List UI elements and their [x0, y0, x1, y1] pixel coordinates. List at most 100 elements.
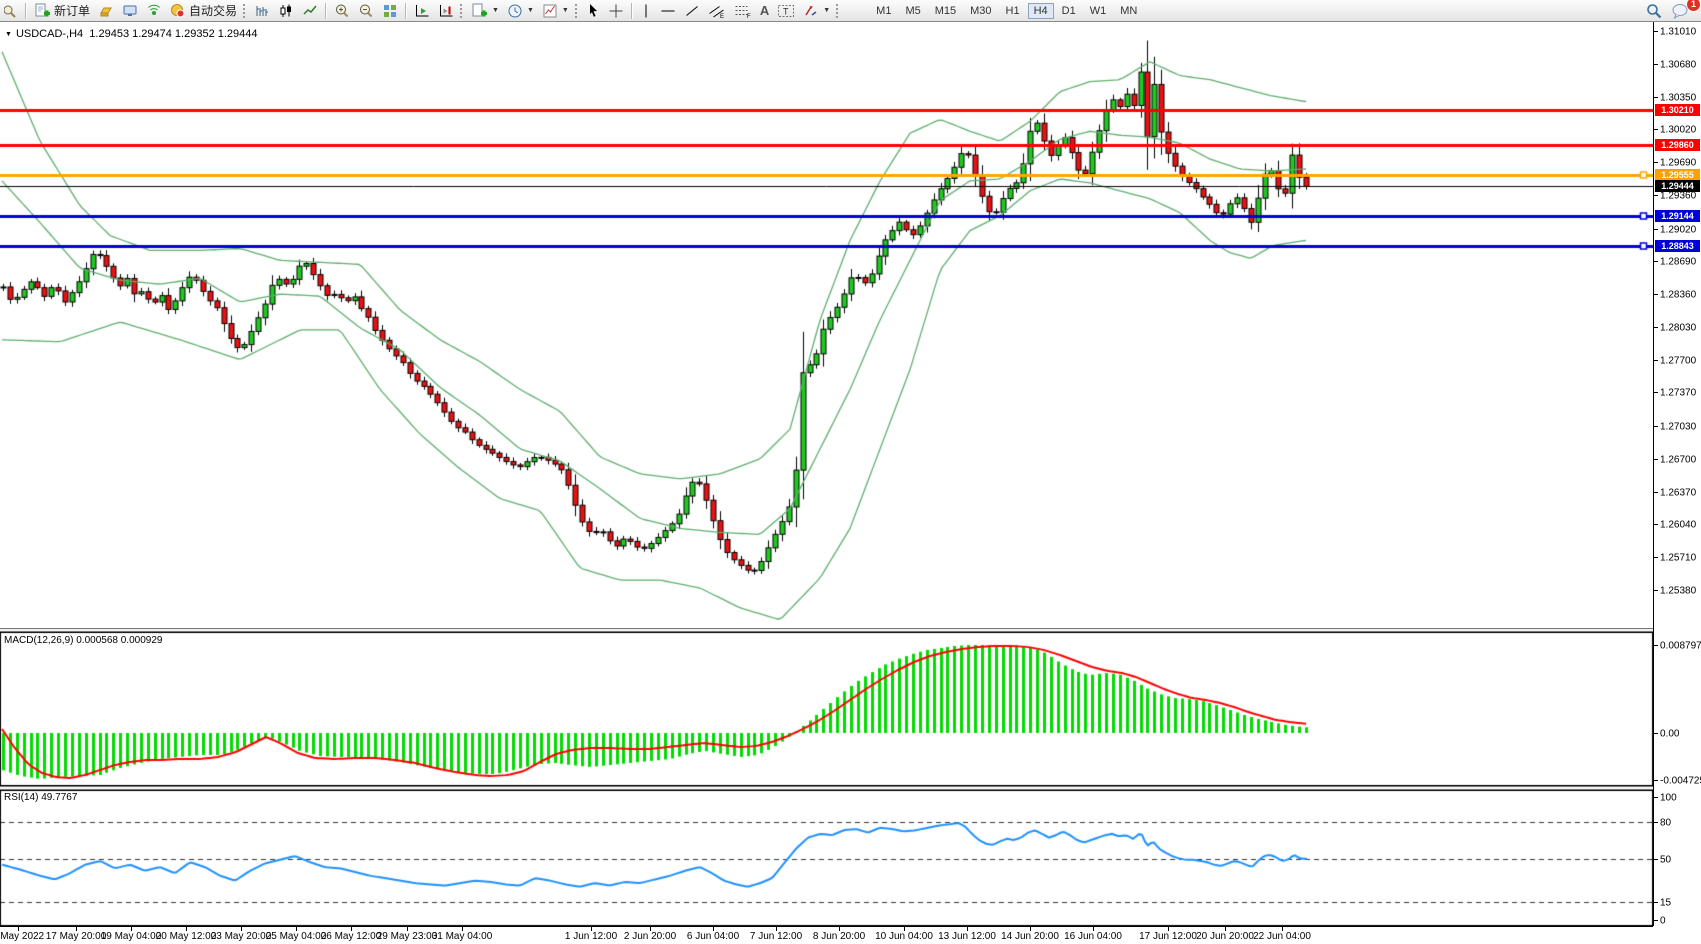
timeframe-m1[interactable]: M1: [870, 3, 897, 19]
time-axis-label: 20 May 12:00: [156, 931, 217, 942]
timeframe-bar: M1M5M15M30H1H4D1W1MN: [869, 3, 1144, 19]
text-label-icon: T: [777, 3, 795, 19]
notification-badge: 1: [1686, 0, 1701, 12]
rsi-chart-canvas[interactable]: [0, 790, 1653, 926]
market-watch-button[interactable]: [0, 1, 22, 21]
timeframe-mn[interactable]: MN: [1114, 3, 1143, 19]
periods-button[interactable]: ▼: [503, 1, 538, 21]
price-axis-tick-label: 1.26040: [1660, 519, 1696, 530]
price-axis-tick-label: 0: [1660, 915, 1666, 926]
text-label-button[interactable]: T: [773, 1, 799, 21]
magnifier-icon: [4, 3, 18, 19]
price-axis-tick-label: 1.25380: [1660, 585, 1696, 596]
zoom-out-button[interactable]: [354, 1, 378, 21]
price-axis[interactable]: 1.310101.306801.303501.300201.296901.293…: [1653, 22, 1701, 926]
price-axis-tickmark: [1654, 426, 1658, 427]
horizontal-line-button[interactable]: [656, 1, 680, 21]
price-axis-tickmark: [1654, 492, 1658, 493]
zoom-in-button[interactable]: [330, 1, 354, 21]
monitor-icon: [122, 3, 138, 19]
text-button[interactable]: A: [756, 1, 773, 21]
time-axis-label: 6 May 2022: [0, 931, 44, 942]
price-axis-tick-label: 1.26370: [1660, 487, 1696, 498]
price-axis-tick-label: 1.30680: [1660, 59, 1696, 70]
candlestick-icon: [278, 3, 294, 19]
price-axis-tickmark: [1654, 822, 1658, 823]
fibonacci-button[interactable]: F: [730, 1, 756, 21]
time-axis-label: 10 Jun 04:00: [875, 931, 933, 942]
macd-chart-canvas[interactable]: [0, 632, 1653, 786]
price-axis-tick-label: 1.28360: [1660, 289, 1696, 300]
tile-windows-icon: [382, 3, 398, 19]
price-axis-tickmark: [1654, 162, 1658, 163]
new-chart-button[interactable]: ▼: [467, 1, 503, 21]
new-order-button[interactable]: 新订单: [30, 1, 94, 21]
candlestick-chart-button[interactable]: [274, 1, 298, 21]
time-axis[interactable]: 6 May 202217 May 20:0019 May 04:0020 May…: [0, 926, 1653, 944]
price-axis-tickmark: [1654, 859, 1658, 860]
time-axis-label: 23 May 20:00: [211, 931, 272, 942]
toolbar-grip: [243, 4, 248, 18]
price-axis-tick-label: 0.008797: [1660, 640, 1701, 651]
timeframe-d1[interactable]: D1: [1056, 3, 1082, 19]
symbol-label: USDCAD-,H4: [16, 28, 83, 40]
time-axis-label: 29 May 23:00: [377, 931, 438, 942]
time-axis-label: 13 Jun 12:00: [938, 931, 996, 942]
cursor-button[interactable]: [582, 1, 604, 21]
toolbar-grip: [460, 4, 465, 18]
price-axis-tick-label: 1.29690: [1660, 157, 1696, 168]
price-axis-tick-label: 1.27370: [1660, 387, 1696, 398]
toolbar: 新订单 自动交易: [0, 0, 1701, 22]
chevron-down-icon: ▼: [562, 7, 569, 14]
timeframe-m5[interactable]: M5: [899, 3, 926, 19]
timeframe-h4[interactable]: H4: [1028, 3, 1054, 19]
auto-trading-icon: [170, 3, 186, 19]
notifications-button[interactable]: 1: [1667, 1, 1695, 21]
fibonacci-icon: F: [734, 3, 752, 19]
horizontal-line-icon: [660, 3, 676, 19]
time-axis-label: 7 Jun 12:00: [750, 931, 802, 942]
price-line-tag: 1.30210: [1655, 104, 1700, 116]
time-axis-label: 22 Jun 04:00: [1253, 931, 1311, 942]
price-line-tag: 1.29444: [1655, 180, 1700, 192]
auto-scroll-button[interactable]: [410, 1, 434, 21]
arrows-button[interactable]: ▼: [799, 1, 834, 21]
auto-trading-button[interactable]: 自动交易: [166, 1, 241, 21]
price-axis-tick-label: 1.27030: [1660, 421, 1696, 432]
indicators-button[interactable]: ▼: [538, 1, 573, 21]
timeframe-m15[interactable]: M15: [929, 3, 962, 19]
time-axis-label: 26 May 12:00: [321, 931, 382, 942]
price-axis-tickmark: [1654, 229, 1658, 230]
timeframe-h1[interactable]: H1: [1000, 3, 1026, 19]
terminal-button[interactable]: [118, 1, 142, 21]
timeframe-m30[interactable]: M30: [964, 3, 997, 19]
price-axis-tickmark: [1654, 645, 1658, 646]
crosshair-icon: [608, 3, 624, 19]
search-button[interactable]: [1641, 1, 1667, 21]
signals-button[interactable]: [142, 1, 166, 21]
price-axis-tick-label: 100: [1660, 792, 1677, 803]
vertical-line-button[interactable]: [636, 1, 656, 21]
chart-shift-button[interactable]: [434, 1, 458, 21]
price-axis-tickmark: [1654, 261, 1658, 262]
time-axis-label: 19 May 04:00: [101, 931, 162, 942]
symbol-dropdown-icon[interactable]: ▼: [5, 31, 12, 38]
crosshair-button[interactable]: [604, 1, 628, 21]
new-chart-icon: [471, 3, 488, 19]
price-axis-tick-label: 1.27700: [1660, 355, 1696, 366]
bar-chart-button[interactable]: [250, 1, 274, 21]
tile-windows-button[interactable]: [378, 1, 402, 21]
price-chart-canvas[interactable]: [0, 22, 1653, 628]
indicators-icon: [542, 3, 558, 19]
trendline-button[interactable]: [680, 1, 704, 21]
toolbar-grip: [575, 4, 580, 18]
price-axis-tickmark: [1654, 459, 1658, 460]
price-axis-tickmark: [1654, 557, 1658, 558]
history-center-button[interactable]: [94, 1, 118, 21]
timeframe-w1[interactable]: W1: [1084, 3, 1113, 19]
svg-text:E: E: [720, 14, 724, 19]
time-axis-label: 17 Jun 12:00: [1139, 931, 1197, 942]
toolbar-grip: [836, 4, 841, 18]
channel-button[interactable]: E: [704, 1, 730, 21]
line-chart-button[interactable]: [298, 1, 322, 21]
